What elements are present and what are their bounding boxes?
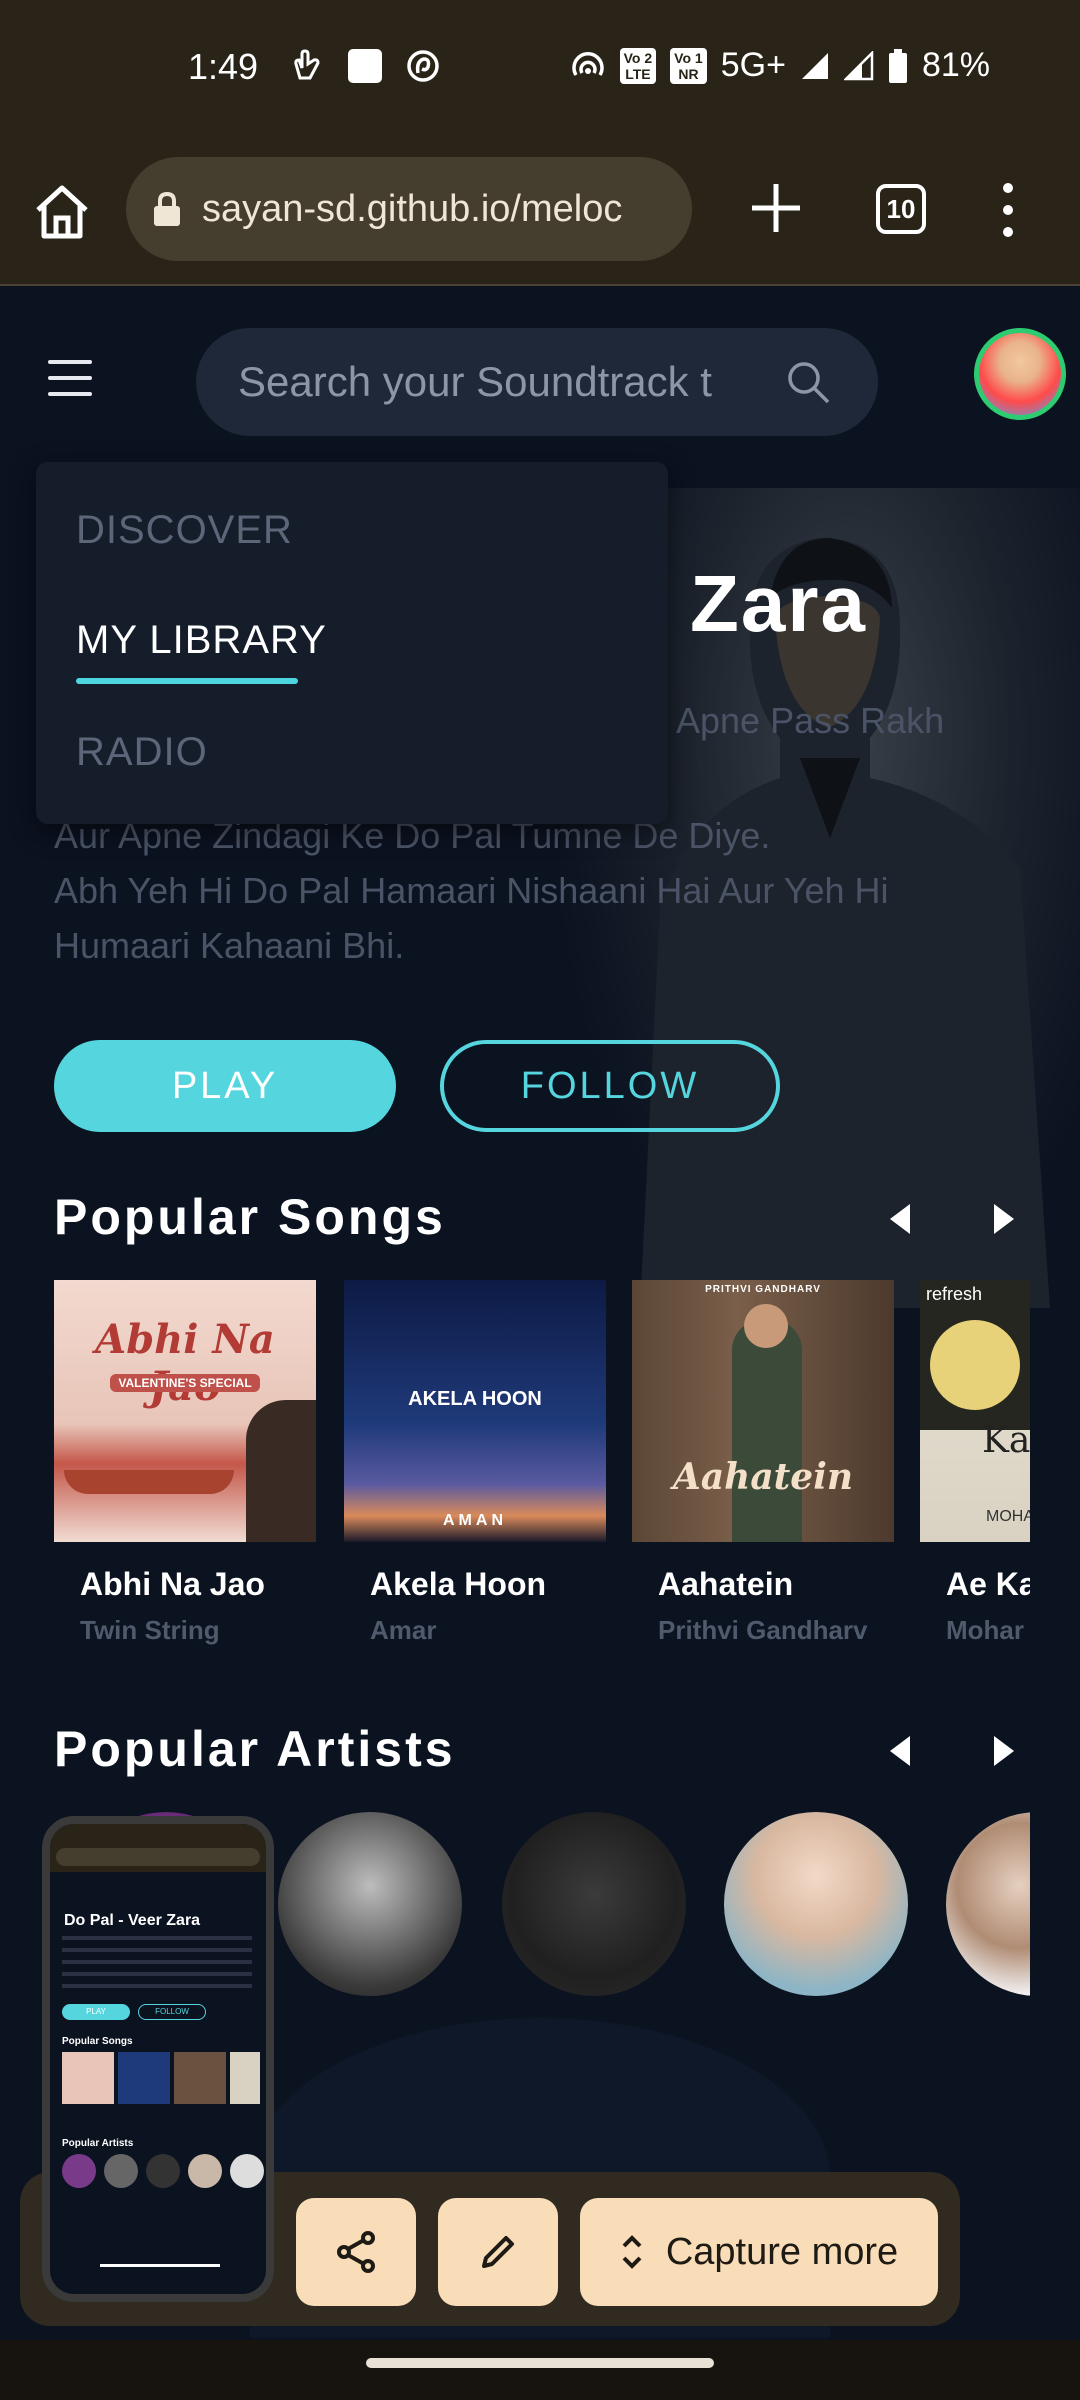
search-bar[interactable]: Search your Soundtrack t bbox=[196, 328, 878, 436]
artist-avatar[interactable] bbox=[278, 1812, 462, 1996]
song-card[interactable]: AKELA HOON AMAN Akela Hoon Amar bbox=[344, 1280, 606, 1646]
song-card[interactable]: Abhi Na Jao VALENTINE'S SPECIAL Abhi Na … bbox=[54, 1280, 316, 1646]
search-placeholder: Search your Soundtrack t bbox=[238, 358, 712, 405]
song-title: Ae Ka bbox=[946, 1566, 1030, 1602]
screenshot-preview-thumbnail[interactable]: Do Pal - Veer Zara PLAY FOLLOW Popular S… bbox=[42, 1816, 274, 2302]
song-card[interactable]: refresh Ka MOHA Ae Ka Mohar bbox=[920, 1280, 1030, 1646]
volte-badge: Vo 2 LTE bbox=[619, 47, 657, 84]
pencil-icon bbox=[482, 2236, 514, 2268]
capture-more-button[interactable]: Capture more bbox=[580, 2198, 938, 2306]
artist-avatar[interactable] bbox=[724, 1812, 908, 1996]
song-cover: PRITHVI GANDHARV Aahatein bbox=[632, 1280, 894, 1542]
song-title: Aahatein bbox=[658, 1566, 794, 1602]
search-icon[interactable] bbox=[784, 358, 832, 406]
notification-icons bbox=[290, 48, 440, 84]
swirl-icon bbox=[407, 50, 439, 82]
popular-artists-heading: Popular Artists bbox=[54, 1721, 456, 1777]
vonr-badge: Vo 1 NR bbox=[670, 47, 707, 84]
hotspot-icon bbox=[571, 51, 604, 76]
song-title: Abhi Na Jao bbox=[80, 1566, 265, 1602]
share-icon bbox=[337, 2231, 375, 2273]
edit-button[interactable] bbox=[438, 2198, 558, 2306]
expand-icon bbox=[622, 2235, 642, 2269]
tab-switcher-button[interactable]: 10 bbox=[876, 184, 926, 234]
song-artist: Mohar bbox=[946, 1615, 1024, 1645]
song-title: Akela Hoon bbox=[370, 1566, 547, 1602]
artist-avatar[interactable] bbox=[946, 1812, 1030, 1996]
hero-title: Zara bbox=[690, 559, 867, 648]
song-cover: refresh Ka MOHA bbox=[920, 1280, 1030, 1542]
address-bar[interactable]: sayan-sd.github.io/meloc bbox=[126, 157, 692, 261]
follow-button[interactable]: FOLLOW bbox=[440, 1040, 780, 1132]
more-options-icon[interactable] bbox=[998, 180, 1018, 240]
play-button[interactable]: PLAY bbox=[54, 1040, 396, 1132]
menu-item-discover[interactable]: DISCOVER bbox=[76, 508, 293, 553]
songs-prev-arrow-icon[interactable] bbox=[886, 1202, 914, 1236]
nav-dropdown-menu: DISCOVER MY LIBRARY RADIO bbox=[36, 462, 668, 824]
song-artist: Twin String bbox=[80, 1615, 220, 1645]
hero-description-line: Apne Pass Rakh bbox=[676, 700, 945, 741]
popular-songs-carousel: Abhi Na Jao VALENTINE'S SPECIAL Abhi Na … bbox=[54, 1280, 1030, 1660]
song-cover: AKELA HOON AMAN bbox=[344, 1280, 606, 1542]
battery-icon bbox=[888, 48, 907, 83]
system-navigation-bar bbox=[0, 2340, 1080, 2400]
user-avatar[interactable] bbox=[974, 328, 1066, 420]
menu-item-my-library[interactable]: MY LIBRARY bbox=[76, 618, 327, 663]
active-menu-underline bbox=[76, 678, 298, 684]
battery-percent: 81% bbox=[921, 46, 990, 84]
network-type: 5G+ bbox=[720, 46, 786, 84]
share-button[interactable] bbox=[296, 2198, 416, 2306]
browser-toolbar: sayan-sd.github.io/meloc 10 bbox=[0, 140, 1080, 286]
signal-icon-2 bbox=[843, 50, 874, 80]
status-bar: 1:49 Vo 2 LTE Vo 1 NR 5G+ 81% bbox=[0, 0, 1080, 140]
capture-more-label: Capture more bbox=[665, 2230, 899, 2273]
lock-icon bbox=[154, 192, 180, 226]
artist-avatar[interactable] bbox=[502, 1812, 686, 1996]
hamburger-menu-icon[interactable] bbox=[48, 360, 92, 396]
song-artist: Prithvi Gandharv bbox=[658, 1615, 868, 1645]
popular-songs-heading: Popular Songs bbox=[54, 1189, 446, 1245]
signal-icon bbox=[801, 52, 828, 79]
new-tab-icon[interactable] bbox=[746, 178, 806, 238]
menu-item-radio[interactable]: RADIO bbox=[76, 730, 208, 775]
artists-next-arrow-icon[interactable] bbox=[990, 1734, 1018, 1768]
hero-description: Aur Apne Zindagi Ke Do Pal Tumne De Diye… bbox=[54, 815, 889, 966]
artists-prev-arrow-icon[interactable] bbox=[886, 1734, 914, 1768]
url-text: sayan-sd.github.io/meloc bbox=[202, 187, 623, 230]
song-card[interactable]: PRITHVI GANDHARV Aahatein Aahatein Prith… bbox=[632, 1280, 894, 1646]
song-cover: Abhi Na Jao VALENTINE'S SPECIAL bbox=[54, 1280, 316, 1542]
thumbnail-title: Do Pal - Veer Zara bbox=[64, 1912, 201, 1929]
status-time: 1:49 bbox=[188, 46, 259, 87]
home-icon[interactable] bbox=[30, 180, 94, 244]
song-artist: Amar bbox=[370, 1615, 437, 1645]
songs-next-arrow-icon[interactable] bbox=[990, 1202, 1018, 1236]
square-icon bbox=[348, 49, 382, 83]
gesture-icon bbox=[294, 49, 320, 80]
system-icons: Vo 2 LTE Vo 1 NR 5G+ 81% bbox=[570, 46, 990, 85]
home-gesture-pill[interactable] bbox=[366, 2358, 714, 2368]
